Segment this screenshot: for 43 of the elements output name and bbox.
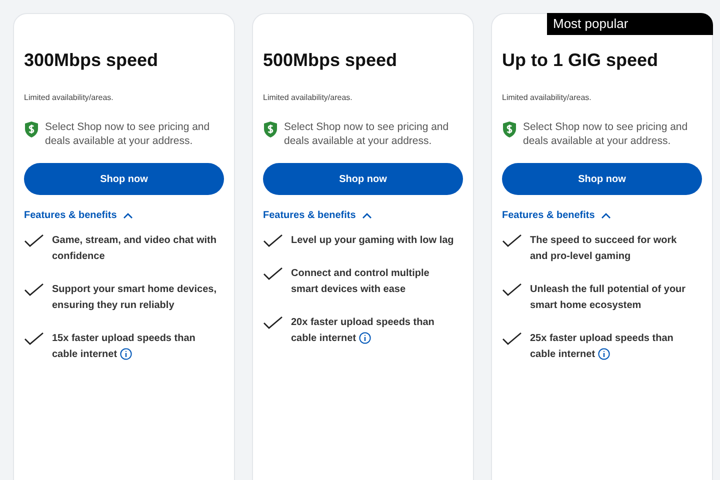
- pricing-note: Select Shop now to see pricing and deals available at your address.: [523, 120, 689, 148]
- checkmark-icon: [263, 234, 283, 248]
- info-icon[interactable]: [359, 332, 372, 344]
- feature-text: Unleash the full potential of your smart home ecosystem: [530, 283, 687, 313]
- info-icon[interactable]: [598, 348, 610, 360]
- features-toggle[interactable]: Features & benefits: [502, 210, 611, 221]
- checkmark-icon: [502, 234, 522, 248]
- checkmark-icon: [24, 234, 44, 248]
- availability-note: Limited availability/areas.: [502, 93, 592, 102]
- checkmark-icon: [502, 283, 522, 297]
- chevron-up-icon: [122, 212, 133, 218]
- features-toggle[interactable]: Features & benefits: [24, 210, 133, 221]
- plan-title: 500Mbps speed: [263, 50, 398, 71]
- pricing-note: Select Shop now to see pricing and deals available at your address.: [45, 120, 211, 148]
- feature-text: Support your smart home devices, ensuring they run reliably: [52, 283, 218, 313]
- shield-dollar-icon: [24, 121, 39, 138]
- checkmark-icon: [502, 332, 522, 346]
- feature-text: 15x faster upload speeds than cable internet: [52, 332, 196, 362]
- shield-dollar-icon: [502, 121, 517, 138]
- feature-text: Level up your gaming with low lag: [291, 234, 455, 248]
- shop-now-button[interactable]: Shop now: [263, 163, 463, 195]
- checkmark-icon: [24, 332, 44, 346]
- plan-title: Up to 1 GIG speed: [502, 50, 660, 71]
- availability-note: Limited availability/areas.: [24, 93, 114, 102]
- checkmark-icon: [263, 267, 283, 281]
- features-toggle[interactable]: Features & benefits: [263, 210, 372, 221]
- feature-text: The speed to succeed for work and pro-level gaming: [530, 234, 678, 264]
- plan-title: 300Mbps speed: [24, 50, 160, 71]
- checkmark-icon: [263, 316, 283, 330]
- pricing-note: Select Shop now to see pricing and deals available at your address.: [284, 120, 450, 148]
- shop-now-button[interactable]: Shop now: [24, 163, 224, 195]
- feature-text: 25x faster upload speeds than cable internet: [530, 332, 674, 362]
- chevron-up-icon: [362, 212, 372, 218]
- feature-text: Game, stream, and video chat with confidence: [52, 234, 218, 264]
- availability-note: Limited availability/areas.: [263, 93, 354, 102]
- shop-now-button[interactable]: Shop now: [502, 163, 702, 195]
- checkmark-icon: [24, 283, 44, 297]
- chevron-up-icon: [600, 212, 611, 218]
- feature-text: 20x faster upload speeds than cable internet: [291, 316, 436, 346]
- info-icon[interactable]: [120, 348, 132, 360]
- feature-text: Connect and control multiple smart devices with ease: [291, 267, 430, 297]
- popular-badge: Most popular: [547, 13, 713, 35]
- shield-dollar-icon: [263, 121, 278, 138]
